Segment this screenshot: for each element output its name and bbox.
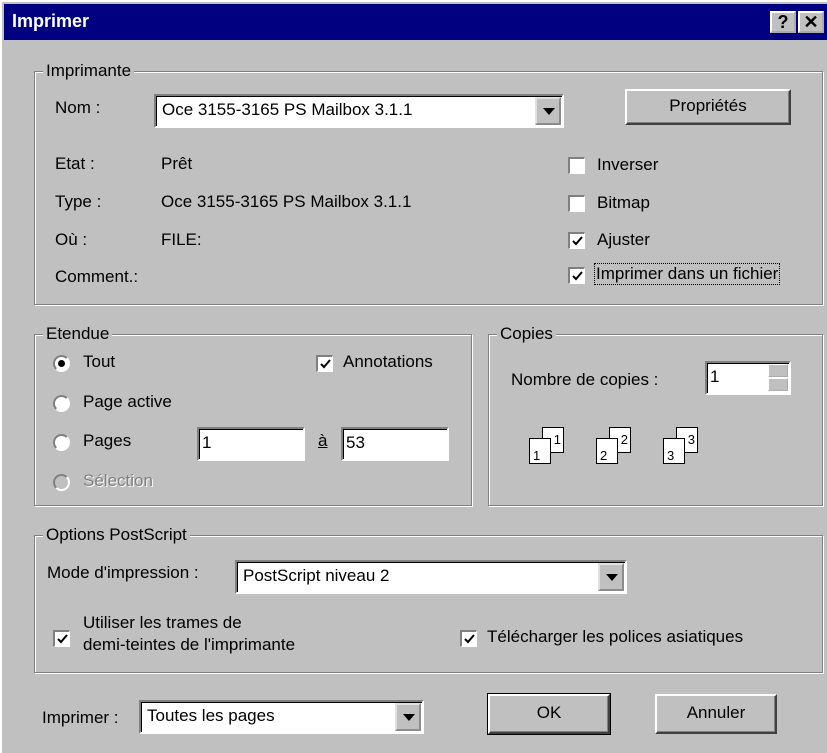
printer-name-value: Oce 3155-3165 PS Mailbox 3.1.1 xyxy=(162,100,413,119)
page-icon-front: 3 xyxy=(663,438,685,464)
postscript-group: Options PostScript Mode d'impression : P… xyxy=(34,525,823,673)
checkmark-icon xyxy=(320,359,331,369)
postscript-legend: Options PostScript xyxy=(43,525,190,545)
checkmark-icon xyxy=(57,634,68,644)
range-group: Etendue Tout Annotations Page active Pag… xyxy=(34,324,472,506)
print-range-dropdown-button[interactable] xyxy=(395,703,421,731)
ok-button[interactable]: OK xyxy=(487,693,611,735)
halftone-label-line1[interactable]: Utiliser les trames de xyxy=(83,613,242,633)
pages-label[interactable]: Pages xyxy=(83,431,131,451)
current-page-radio[interactable] xyxy=(53,395,70,412)
page-from-input[interactable]: 1 xyxy=(197,427,305,461)
where-value: FILE: xyxy=(161,230,202,249)
spin-up-icon[interactable] xyxy=(768,364,788,377)
invert-label[interactable]: Inverser xyxy=(597,155,658,175)
print-to-file-checkbox[interactable] xyxy=(568,267,585,284)
annotations-label[interactable]: Annotations xyxy=(343,352,433,372)
title-bar[interactable]: Imprimer ? ✕ xyxy=(4,4,827,40)
page-icon-front: 2 xyxy=(596,438,618,464)
chevron-down-icon xyxy=(403,714,415,721)
halftone-label-line2[interactable]: demi-teintes de l'imprimante xyxy=(83,635,295,655)
page-from-value: 1 xyxy=(202,433,212,452)
print-dialog: Imprimer ? ✕ Imprimante Nom : Oce 3155-3… xyxy=(0,0,827,753)
bitmap-checkbox[interactable] xyxy=(568,195,585,212)
copies-spin-buttons[interactable] xyxy=(768,364,788,392)
fit-checkbox[interactable] xyxy=(568,232,585,249)
help-button[interactable]: ? xyxy=(770,11,796,33)
type-value: Oce 3155-3165 PS Mailbox 3.1.1 xyxy=(161,192,412,211)
copies-count-label: Nombre de copies : xyxy=(511,370,659,389)
page-to-label: à xyxy=(318,431,328,450)
print-mode-combo[interactable]: PostScript niveau 2 xyxy=(235,560,627,594)
page-to-input[interactable]: 53 xyxy=(341,427,449,461)
range-legend: Etendue xyxy=(43,324,113,344)
print-to-file-label[interactable]: Imprimer dans un fichier xyxy=(593,263,781,285)
printer-name-label: Nom : xyxy=(55,98,101,117)
all-pages-radio[interactable] xyxy=(53,355,70,372)
print-mode-dropdown-button[interactable] xyxy=(598,563,624,591)
checkmark-icon xyxy=(464,634,475,644)
copies-group: Copies Nombre de copies : 1 1 1 2 2 3 3 xyxy=(488,324,823,506)
print-range-label: Imprimer : xyxy=(42,708,119,727)
selection-radio xyxy=(53,474,70,491)
checkmark-icon xyxy=(572,236,583,246)
spin-down-icon[interactable] xyxy=(768,378,788,391)
radio-dot-icon xyxy=(58,360,65,367)
where-label: Où : xyxy=(55,230,88,249)
checkmark-icon xyxy=(572,271,583,281)
page-to-value: 53 xyxy=(346,433,365,452)
properties-button[interactable]: Propriétés xyxy=(625,89,791,125)
chevron-down-icon xyxy=(543,108,555,115)
halftone-checkbox[interactable] xyxy=(53,630,70,647)
fit-label[interactable]: Ajuster xyxy=(597,230,650,250)
cancel-button[interactable]: Annuler xyxy=(655,694,777,734)
print-range-combo[interactable]: Toutes les pages xyxy=(139,700,424,734)
state-label: Etat : xyxy=(55,154,95,173)
close-button[interactable]: ✕ xyxy=(798,11,824,33)
asian-fonts-checkbox[interactable] xyxy=(460,630,477,647)
comment-label: Comment.: xyxy=(55,267,139,286)
chevron-down-icon xyxy=(606,574,618,581)
print-mode-value: PostScript niveau 2 xyxy=(243,566,390,585)
copies-legend: Copies xyxy=(497,324,556,344)
invert-checkbox[interactable] xyxy=(568,157,585,174)
bitmap-label[interactable]: Bitmap xyxy=(597,193,650,213)
current-page-label[interactable]: Page active xyxy=(83,392,172,412)
asian-fonts-label[interactable]: Télécharger les polices asiatiques xyxy=(487,627,743,647)
all-pages-label[interactable]: Tout xyxy=(83,352,115,372)
selection-label: Sélection xyxy=(83,471,153,490)
print-range-value: Toutes les pages xyxy=(147,706,275,725)
type-label: Type : xyxy=(55,192,102,211)
copies-count-spinner[interactable]: 1 xyxy=(705,361,791,395)
pages-radio[interactable] xyxy=(53,434,70,451)
printer-group: Imprimante Nom : Oce 3155-3165 PS Mailbo… xyxy=(34,61,823,305)
copies-count-value: 1 xyxy=(710,367,720,386)
annotations-checkbox[interactable] xyxy=(316,355,333,372)
state-value: Prêt xyxy=(161,154,193,173)
page-icon-front: 1 xyxy=(529,438,551,464)
window-title: Imprimer xyxy=(12,11,90,31)
printer-name-dropdown-button[interactable] xyxy=(535,97,561,125)
printer-legend: Imprimante xyxy=(43,61,135,81)
print-mode-label: Mode d'impression : xyxy=(47,563,199,582)
printer-name-combo[interactable]: Oce 3155-3165 PS Mailbox 3.1.1 xyxy=(154,94,564,128)
